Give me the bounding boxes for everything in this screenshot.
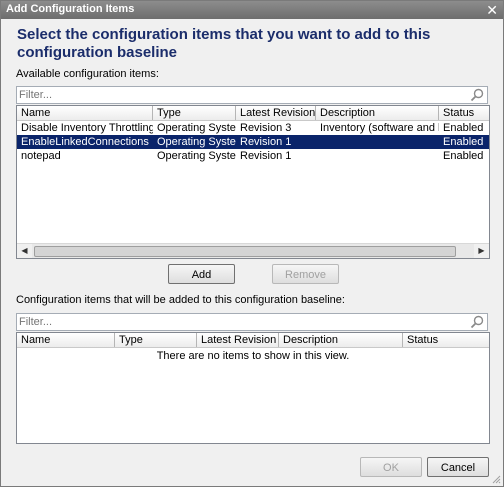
resize-grip-icon[interactable]	[491, 474, 501, 484]
cell-revision: Revision 1	[240, 150, 292, 162]
cell-type: Operating System	[157, 150, 236, 162]
scroll-right-icon[interactable]: ▶	[474, 244, 489, 258]
cancel-button[interactable]: Cancel	[427, 457, 489, 477]
cell-revision: Revision 1	[240, 136, 292, 148]
ok-button[interactable]: OK	[360, 457, 422, 477]
cell-description: Inventory (software and har...	[320, 122, 439, 134]
cell-name: EnableLinkedConnections	[21, 136, 149, 148]
remove-button[interactable]: Remove	[272, 264, 339, 284]
close-icon[interactable]: ✕	[486, 1, 498, 19]
available-items-list[interactable]: Name Type Latest Revision Description St…	[16, 105, 490, 259]
empty-list-message: There are no items to show in this view.	[156, 350, 350, 362]
column-header-description[interactable]: Description	[279, 333, 403, 347]
magnifier-icon[interactable]	[470, 88, 484, 102]
column-header-description[interactable]: Description	[316, 106, 439, 120]
available-items-label: Available configuration items:	[16, 68, 159, 80]
cell-name: notepad	[21, 150, 61, 162]
magnifier-icon[interactable]	[470, 315, 484, 329]
available-filter-input[interactable]	[19, 88, 459, 101]
horizontal-scroll-thumb[interactable]	[34, 246, 456, 257]
cell-description	[316, 135, 439, 149]
added-filter-box[interactable]	[16, 313, 488, 331]
scroll-left-icon[interactable]: ◀	[17, 244, 32, 258]
horizontal-scrollbar[interactable]: ◀ ▶	[17, 243, 489, 258]
cell-description	[316, 149, 439, 163]
cell-name: Disable Inventory Throttling LPO	[21, 122, 153, 134]
added-items-label: Configuration items that will be added t…	[16, 294, 345, 306]
table-row[interactable]: notepad Operating System Revision 1 Enab…	[17, 149, 489, 163]
available-filter-box[interactable]	[16, 86, 488, 104]
added-filter-input[interactable]	[19, 315, 459, 328]
added-list-header: Name Type Latest Revision Description St…	[17, 333, 489, 348]
cell-type: Operating System	[157, 122, 236, 134]
column-header-status[interactable]: Status	[439, 106, 489, 120]
window-title: Add Configuration Items	[6, 3, 135, 15]
column-header-type[interactable]: Type	[153, 106, 236, 120]
cell-status: Enabled	[443, 136, 484, 148]
page-title: Select the configuration items that you …	[17, 26, 431, 61]
available-list-header: Name Type Latest Revision Description St…	[17, 106, 489, 121]
column-header-latest-revision[interactable]: Latest Revision	[236, 106, 316, 120]
cell-status: Enabled	[443, 150, 484, 162]
column-header-name[interactable]: Name	[17, 106, 153, 120]
column-header-name[interactable]: Name	[17, 333, 115, 347]
title-bar: Add Configuration Items ✕	[1, 1, 503, 19]
column-header-type[interactable]: Type	[115, 333, 197, 347]
cell-revision: Revision 3	[240, 122, 292, 134]
column-header-latest-revision[interactable]: Latest Revision	[197, 333, 279, 347]
add-button[interactable]: Add	[168, 264, 235, 284]
cell-status: Enabled	[443, 122, 484, 134]
table-row[interactable]: Disable Inventory Throttling LPO Operati…	[17, 121, 489, 135]
dialog-window: Add Configuration Items ✕ Select the con…	[0, 0, 504, 487]
table-row-selected[interactable]: EnableLinkedConnections Operating System…	[17, 135, 489, 149]
cell-type: Operating System	[157, 136, 236, 148]
column-header-status[interactable]: Status	[403, 333, 489, 347]
added-items-list[interactable]: Name Type Latest Revision Description St…	[16, 332, 490, 444]
